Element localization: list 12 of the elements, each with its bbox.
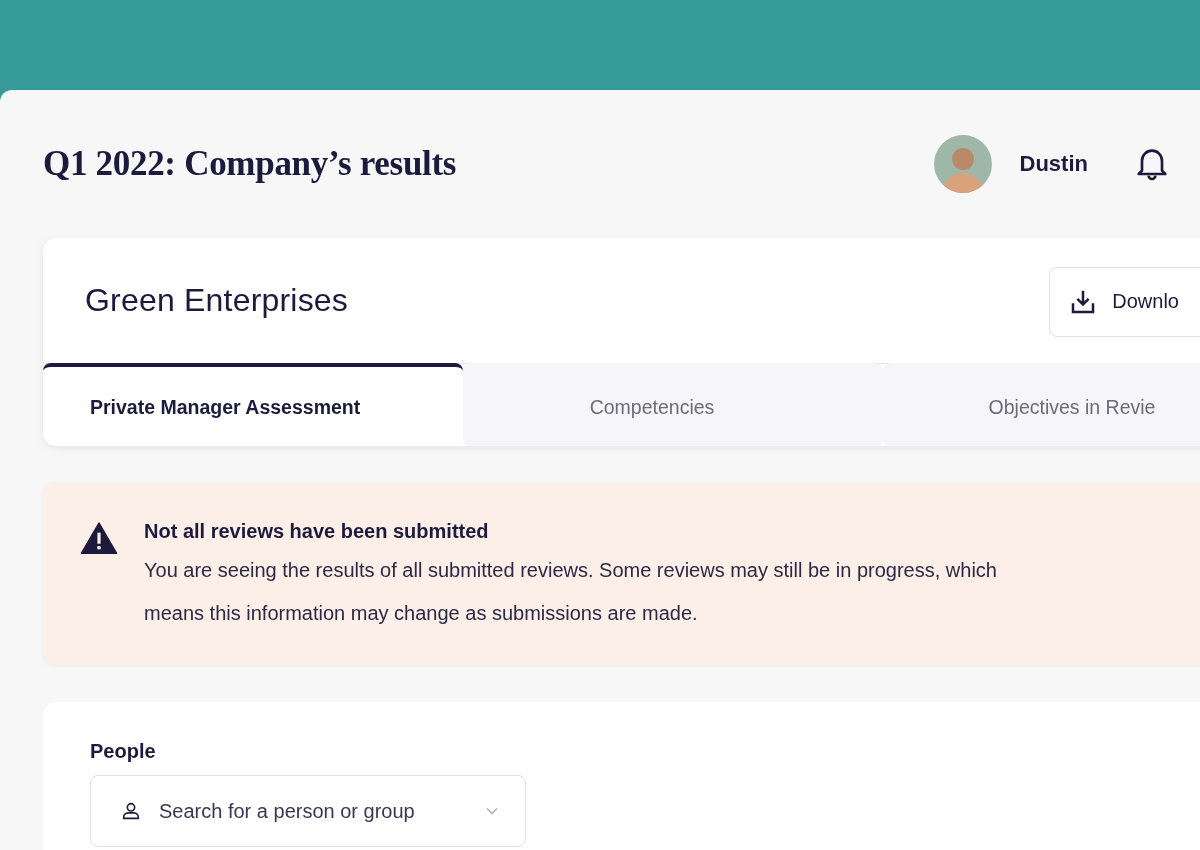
alert-title: Not all reviews have been submitted — [144, 520, 490, 543]
tab[interactable]: Competencies — [463, 363, 883, 446]
people-label: People — [90, 740, 157, 763]
page-title: Q1 2022: Company’s results — [43, 144, 458, 184]
user-name: Dustin — [1019, 151, 1088, 177]
alert-message: You are seeing the results of all submitted reviews. Some reviews may still be in progress, which means this information may change as submissions are made. — [144, 558, 998, 626]
tab[interactable]: Private Manager Assessment — [43, 363, 463, 446]
person-icon — [120, 800, 142, 822]
tab[interactable]: Objectives in Revie — [883, 363, 1200, 446]
people-search-field[interactable]: Search for a person or group — [90, 775, 526, 847]
download-button[interactable]: Downlo — [1049, 266, 1200, 337]
organization-title: Green Enterprises — [85, 282, 350, 319]
